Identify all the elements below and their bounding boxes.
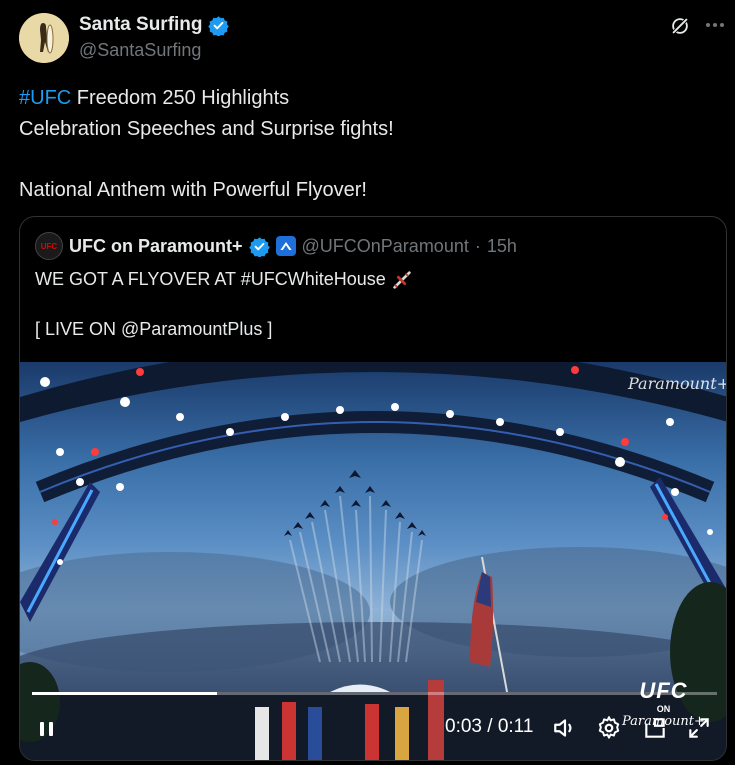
logo-on-text: ON: [656, 704, 671, 714]
quoted-tweet[interactable]: UFC UFC on Paramount+ @UFCOnParamount · …: [19, 216, 727, 761]
quoted-tweet-header: UFC UFC on Paramount+ @UFCOnParamount · …: [35, 232, 517, 260]
tweet-text: #UFC Freedom 250 Highlights Celebration …: [19, 83, 394, 205]
quoted-blank-line: [35, 292, 413, 317]
affiliation-badge-icon: [275, 236, 296, 256]
pause-bar: [49, 722, 53, 736]
quoted-line-1-text: WE GOT A FLYOVER AT #UFCWhiteHouse: [35, 269, 386, 289]
more-icon[interactable]: [704, 14, 726, 36]
hashtag-link[interactable]: #UFC: [19, 87, 71, 109]
verified-badge-icon: [248, 236, 270, 257]
quoted-handle[interactable]: @UFCOnParamount: [302, 236, 469, 257]
more-dot: [713, 23, 717, 27]
quoted-avatar[interactable]: UFC: [35, 232, 63, 260]
volume-icon[interactable]: [552, 715, 578, 741]
quoted-avatar-text: UFC: [40, 241, 58, 251]
quoted-timestamp[interactable]: 15h: [487, 236, 517, 257]
video-time: 0:03 / 0:11: [445, 716, 534, 737]
tweet-line-4: National Anthem with Powerful Flyover!: [19, 178, 367, 201]
avatar[interactable]: [19, 13, 69, 63]
video-frame: [20, 362, 726, 760]
quoted-tweet-text: WE GOT A FLYOVER AT #UFCWhiteHouse [ LIV…: [35, 267, 413, 342]
logo-ufc-text: UFC: [639, 678, 688, 703]
video-controls: 0:03 / 0:11: [20, 714, 726, 754]
author-name-text[interactable]: Santa Surfing: [79, 14, 203, 36]
more-dot: [720, 23, 724, 27]
grok-icon[interactable]: [669, 15, 691, 37]
quoted-line-3: [ LIVE ON @ParamountPlus ]: [35, 319, 273, 339]
settings-gear-icon[interactable]: [596, 715, 622, 741]
fullscreen-icon[interactable]: [686, 715, 712, 741]
quoted-display-name[interactable]: UFC on Paramount+: [69, 236, 243, 257]
pause-bar: [40, 722, 44, 736]
quoted-separator: ·: [474, 235, 481, 256]
author-display-name[interactable]: Santa Surfing: [79, 14, 229, 36]
picture-in-picture-icon[interactable]: [642, 715, 668, 741]
verified-badge-icon: [207, 15, 229, 36]
author-handle[interactable]: @SantaSurfing: [79, 40, 201, 61]
more-dot: [706, 23, 710, 27]
tweet-line-1: #UFC Freedom 250 Highlights: [19, 83, 394, 114]
tweet-line-1-text: Freedom 250 Highlights: [71, 87, 290, 109]
video-player[interactable]: Paramount+ UFC ON Paramount+ 0:03 / 0:11: [20, 362, 727, 760]
video-progress-bar[interactable]: [32, 692, 717, 695]
pause-icon[interactable]: [40, 719, 56, 739]
avatar-image: [19, 13, 69, 63]
video-progress-fill: [32, 692, 217, 695]
tweet-line-2: Celebration Speeches and Surprise fights…: [19, 117, 394, 140]
airplane-emoji-icon: [393, 271, 411, 289]
watermark-logo: Paramount+: [628, 374, 727, 393]
quoted-line-1: WE GOT A FLYOVER AT #UFCWhiteHouse: [35, 267, 413, 292]
